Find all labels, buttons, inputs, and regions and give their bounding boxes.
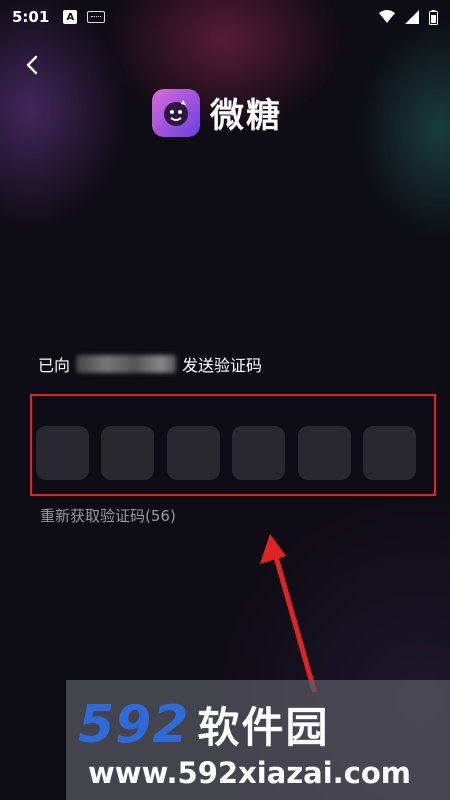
code-cell-6[interactable]: [362, 426, 416, 480]
app-logo: 微糖: [152, 88, 282, 137]
app-name: 微糖: [210, 96, 282, 136]
watermark-digits: 592: [78, 694, 190, 755]
chevron-left-icon: [26, 55, 38, 75]
resend-code-link[interactable]: 重新获取验证码(56): [40, 505, 176, 526]
signal-icon: [405, 10, 419, 24]
code-cell-5[interactable]: [297, 426, 351, 480]
status-time: 5:01: [12, 8, 50, 26]
code-sent-suffix: 发送验证码: [182, 356, 263, 375]
code-sent-message: 已向 发送验证码: [38, 352, 262, 376]
notification-a-icon: A: [63, 10, 78, 24]
code-cell-3[interactable]: [166, 426, 220, 480]
watermark-name: 软件园: [197, 703, 330, 752]
battery-icon: [429, 9, 438, 25]
code-sent-prefix: 已向: [38, 356, 71, 375]
verification-code-input[interactable]: [36, 426, 416, 482]
code-cell-1[interactable]: [36, 426, 89, 480]
wifi-icon: [379, 10, 395, 23]
watermark-url: www.592xiazai.com: [88, 756, 412, 790]
code-cell-2[interactable]: [101, 426, 155, 480]
red-arrow-icon: [260, 534, 317, 693]
status-bar: 5:01 A: [0, 0, 450, 34]
app-logo-icon: [152, 88, 200, 137]
keyboard-icon: [87, 11, 106, 23]
watermark: 592 软件园 www.592xiazai.com: [66, 680, 450, 800]
code-cell-4[interactable]: [232, 426, 286, 480]
back-button[interactable]: [18, 50, 46, 80]
phone-number-blurred: [76, 355, 177, 373]
